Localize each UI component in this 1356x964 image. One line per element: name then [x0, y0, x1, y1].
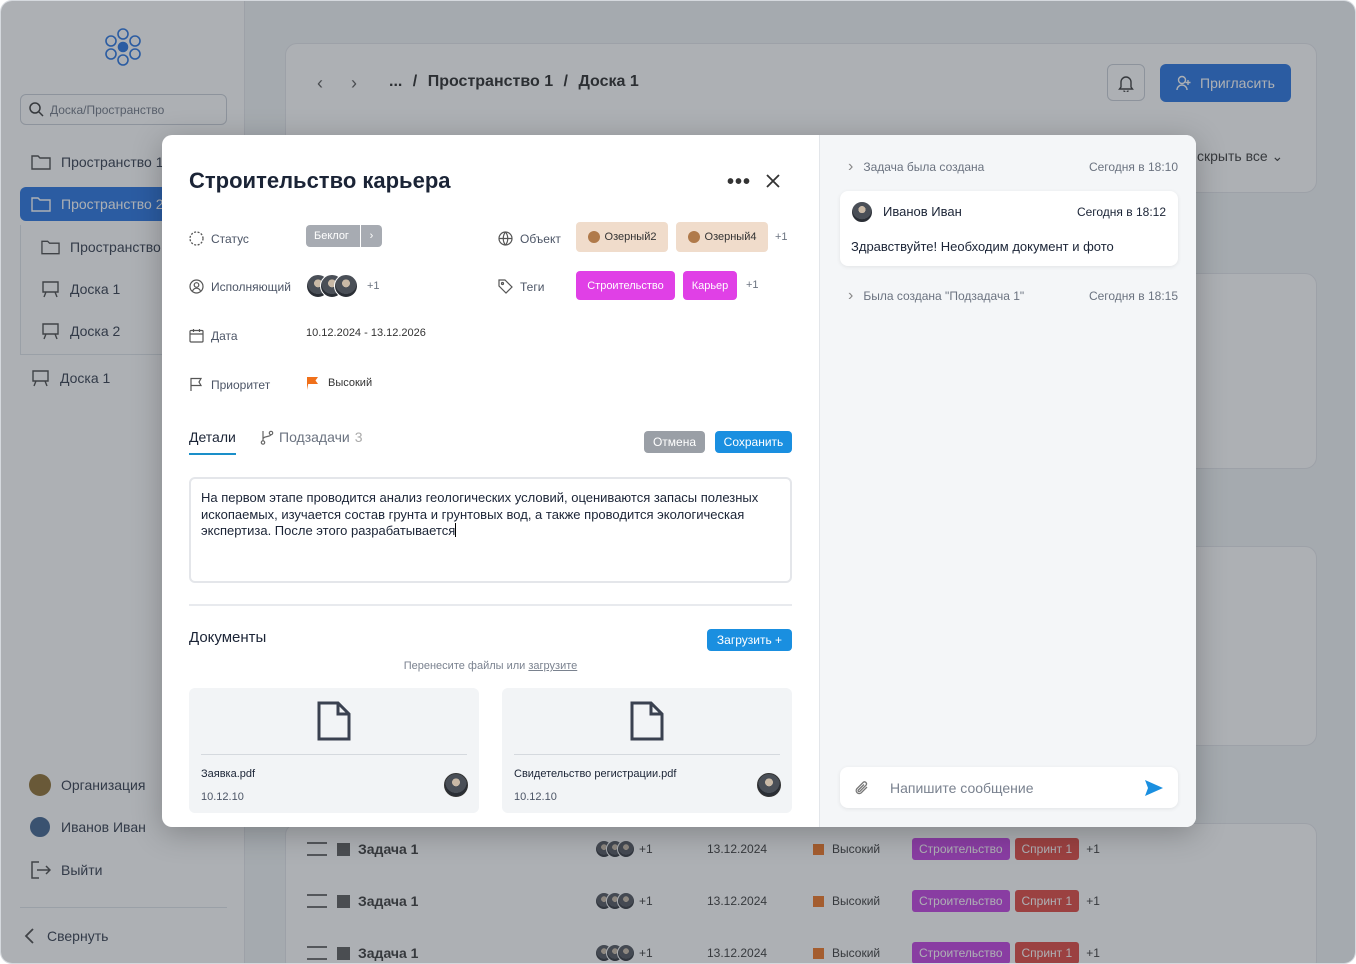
- avatar: [334, 274, 358, 298]
- object-icon: [687, 231, 700, 243]
- objects-more[interactable]: +1: [775, 231, 788, 243]
- save-button[interactable]: Сохранить: [715, 431, 792, 453]
- date-label-text: Дата: [211, 328, 238, 343]
- branch-icon: [260, 430, 274, 445]
- tag-chip[interactable]: Строительство: [576, 271, 675, 300]
- chevron-right-icon: ›: [848, 287, 854, 304]
- description-textarea[interactable]: На первом этапе проводится анализ геолог…: [189, 477, 792, 583]
- task-title[interactable]: Строительство карьера: [189, 168, 451, 194]
- drop-text: Перенесите файлы или: [403, 660, 529, 672]
- comment-author: Иванов Иван: [883, 204, 962, 219]
- comment-avatar: [851, 201, 873, 223]
- cancel-button[interactable]: Отмена: [644, 431, 705, 453]
- divider: [201, 754, 467, 755]
- tags-label: Теги: [498, 279, 544, 294]
- globe-icon: [498, 231, 513, 246]
- status-circle-icon: [189, 231, 204, 246]
- priority-label-text: Приоритет: [211, 377, 271, 392]
- message-placeholder: Напишите сообщение: [890, 779, 1034, 796]
- history-text: Была создана "Подзадача 1": [863, 289, 1025, 303]
- object-label-text: Объект: [520, 231, 561, 246]
- calendar-icon: [189, 329, 204, 343]
- status-select[interactable]: Беклог ›: [306, 225, 382, 247]
- tags-more[interactable]: +1: [746, 279, 759, 291]
- uploader-avatar: [444, 773, 468, 797]
- status-value: Беклог: [314, 230, 349, 242]
- object-name: Озерный2: [604, 231, 657, 243]
- upload-label: Загрузить +: [716, 633, 783, 647]
- object-chip[interactable]: Озерный4: [676, 222, 768, 252]
- history-time: Сегодня в 18:10: [1088, 160, 1178, 174]
- comment-card: Иванов Иван Сегодня в 18:12 Здравствуйте…: [840, 191, 1178, 266]
- document-date: 10.12.10: [514, 791, 557, 803]
- date-value[interactable]: 10.12.2024 - 13.12.2026: [306, 327, 426, 339]
- tag-name: Карьер: [691, 279, 729, 292]
- upload-link[interactable]: загрузите: [528, 660, 577, 672]
- assignee-label-text: Исполняющий: [211, 279, 291, 294]
- more-options-button[interactable]: •••: [727, 171, 751, 194]
- description-text: На первом этапе проводится анализ геолог…: [201, 490, 759, 538]
- assignee-more[interactable]: +1: [367, 280, 380, 292]
- chevron-right-icon: ›: [360, 225, 382, 247]
- paperclip-icon[interactable]: [854, 780, 870, 796]
- file-icon: [630, 701, 664, 741]
- tag-icon: [498, 279, 513, 294]
- date-label: Дата: [189, 328, 238, 343]
- history-item[interactable]: › Задача была создана Сегодня в 18:10: [848, 158, 1178, 176]
- flag-icon: [190, 377, 203, 391]
- file-drop-zone[interactable]: Перенесите файлы или загрузите: [162, 660, 819, 672]
- history-text: Задача была создана: [863, 160, 985, 174]
- priority-select[interactable]: Высокий: [306, 376, 372, 390]
- history-item[interactable]: › Была создана "Подзадача 1" Сегодня в 1…: [848, 287, 1178, 305]
- save-label: Сохранить: [723, 435, 784, 449]
- document-name: Заявка.pdf: [201, 768, 256, 780]
- tab-subtasks[interactable]: Подзадачи 3: [260, 429, 362, 445]
- tab-details[interactable]: Детали: [189, 429, 236, 455]
- status-label: Статус: [189, 231, 249, 246]
- activity-pane: › Задача была создана Сегодня в 18:10 Ив…: [819, 135, 1196, 827]
- document-date: 10.12.10: [201, 791, 244, 803]
- object-label: Объект: [498, 231, 561, 246]
- history-time: Сегодня в 18:15: [1088, 289, 1178, 303]
- message-input[interactable]: Напишите сообщение: [840, 767, 1178, 808]
- subtasks-count: 3: [354, 429, 363, 445]
- app-window: Доска/Пространство Пространство 1 Простр…: [0, 0, 1356, 964]
- flag-filled-icon: [307, 377, 318, 390]
- uploader-avatar: [757, 773, 781, 797]
- task-modal: Строительство карьера ••• Статус Беклог …: [162, 135, 1196, 827]
- tags-label-text: Теги: [520, 279, 545, 294]
- document-card[interactable]: Заявка.pdf 10.12.10: [189, 688, 479, 813]
- close-button[interactable]: [765, 173, 781, 194]
- tab-details-label: Детали: [189, 429, 236, 445]
- document-name: Свидетельство регистрации.pdf: [514, 768, 677, 780]
- task-details-pane: Строительство карьера ••• Статус Беклог …: [162, 135, 819, 827]
- text-cursor: [455, 523, 457, 537]
- document-card[interactable]: Свидетельство регистрации.pdf 10.12.10: [502, 688, 792, 813]
- upload-button[interactable]: Загрузить +: [707, 629, 792, 651]
- object-icon: [587, 231, 600, 243]
- assignee-label: Исполняющий: [189, 279, 291, 294]
- cancel-label: Отмена: [652, 435, 697, 449]
- priority-value: Высокий: [328, 377, 373, 389]
- object-name: Озерный4: [704, 231, 757, 243]
- tag-chip[interactable]: Карьер: [683, 271, 737, 300]
- object-chip[interactable]: Озерный2: [576, 222, 668, 252]
- file-icon: [317, 701, 351, 741]
- comment-text: Здравствуйте! Необходим документ и фото: [851, 239, 1114, 254]
- tag-name: Строительство: [587, 279, 664, 292]
- close-icon: [766, 174, 780, 188]
- chevron-right-icon: ›: [848, 158, 854, 175]
- documents-title: Документы: [189, 629, 267, 646]
- divider: [189, 604, 792, 606]
- user-circle-icon: [189, 279, 204, 294]
- comment-time: Сегодня в 18:12: [1076, 205, 1166, 219]
- status-label-text: Статус: [211, 231, 249, 246]
- send-icon[interactable]: [1144, 779, 1164, 797]
- divider: [514, 754, 780, 755]
- tab-subtasks-label: Подзадачи: [279, 429, 350, 445]
- assignee-avatars[interactable]: [306, 274, 358, 298]
- priority-label: Приоритет: [189, 377, 270, 392]
